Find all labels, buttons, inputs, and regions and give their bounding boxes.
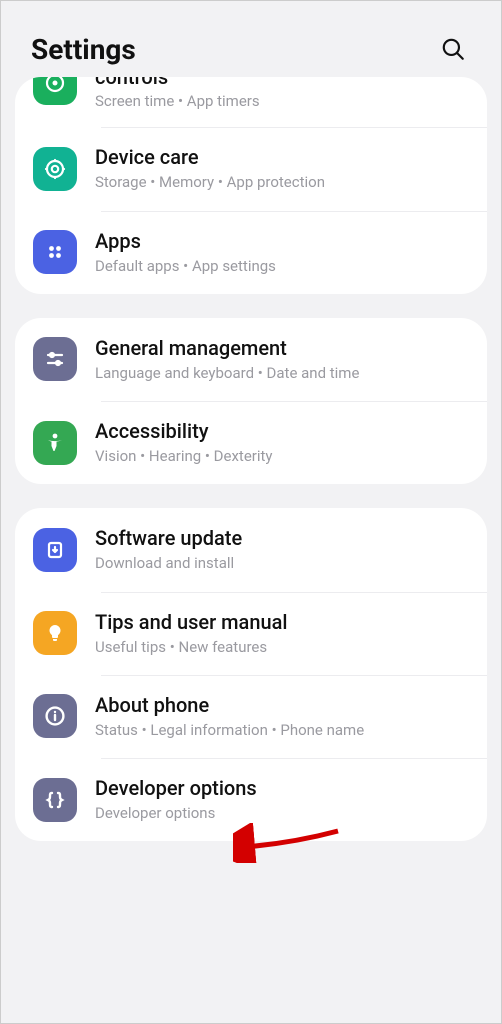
row-title: Accessibility	[95, 419, 469, 444]
search-icon	[440, 36, 466, 62]
row-subtitle: Vision • Hearing • Dexterity	[95, 446, 469, 466]
lightbulb-icon	[33, 611, 77, 655]
update-icon	[33, 528, 77, 572]
row-subtitle: Useful tips • New features	[95, 637, 469, 657]
device-care-icon	[33, 147, 77, 191]
row-device-care[interactable]: Device care Storage • Memory • App prote…	[15, 127, 487, 210]
row-subtitle: Status • Legal information • Phone name	[95, 720, 469, 740]
row-subtitle: Default apps • App settings	[95, 256, 469, 276]
digital-wellbeing-icon	[33, 77, 77, 105]
row-subtitle: Download and install	[95, 553, 469, 573]
row-digital-wellbeing[interactable]: controls Screen time • App timers	[15, 77, 487, 127]
row-title: controls	[95, 77, 469, 89]
row-general-management[interactable]: General management Language and keyboard…	[15, 318, 487, 401]
row-apps[interactable]: Apps Default apps • App settings	[15, 211, 487, 294]
sliders-icon	[33, 337, 77, 381]
row-title: Tips and user manual	[95, 610, 469, 635]
settings-group: Software update Download and install Tip…	[15, 508, 487, 841]
search-button[interactable]	[433, 29, 473, 69]
header: Settings	[1, 1, 501, 83]
braces-icon	[33, 778, 77, 822]
row-about-phone[interactable]: About phone Status • Legal information •…	[15, 675, 487, 758]
row-developer-options[interactable]: Developer options Developer options	[15, 758, 487, 841]
row-title: About phone	[95, 693, 469, 718]
row-accessibility[interactable]: Accessibility Vision • Hearing • Dexteri…	[15, 401, 487, 484]
row-subtitle: Storage • Memory • App protection	[95, 172, 469, 192]
row-title: General management	[95, 336, 469, 361]
row-title: Apps	[95, 229, 469, 254]
settings-group: controls Screen time • App timers Device…	[15, 77, 487, 294]
row-subtitle: Screen time • App timers	[95, 91, 469, 111]
page-title: Settings	[31, 33, 136, 66]
row-title: Developer options	[95, 776, 469, 801]
accessibility-icon	[33, 421, 77, 465]
info-icon	[33, 694, 77, 738]
row-software-update[interactable]: Software update Download and install	[15, 508, 487, 591]
row-title: Software update	[95, 526, 469, 551]
settings-group: General management Language and keyboard…	[15, 318, 487, 485]
row-tips[interactable]: Tips and user manual Useful tips • New f…	[15, 592, 487, 675]
apps-icon	[33, 230, 77, 274]
row-title: Device care	[95, 145, 469, 170]
row-subtitle: Language and keyboard • Date and time	[95, 363, 469, 383]
row-subtitle: Developer options	[95, 803, 469, 823]
